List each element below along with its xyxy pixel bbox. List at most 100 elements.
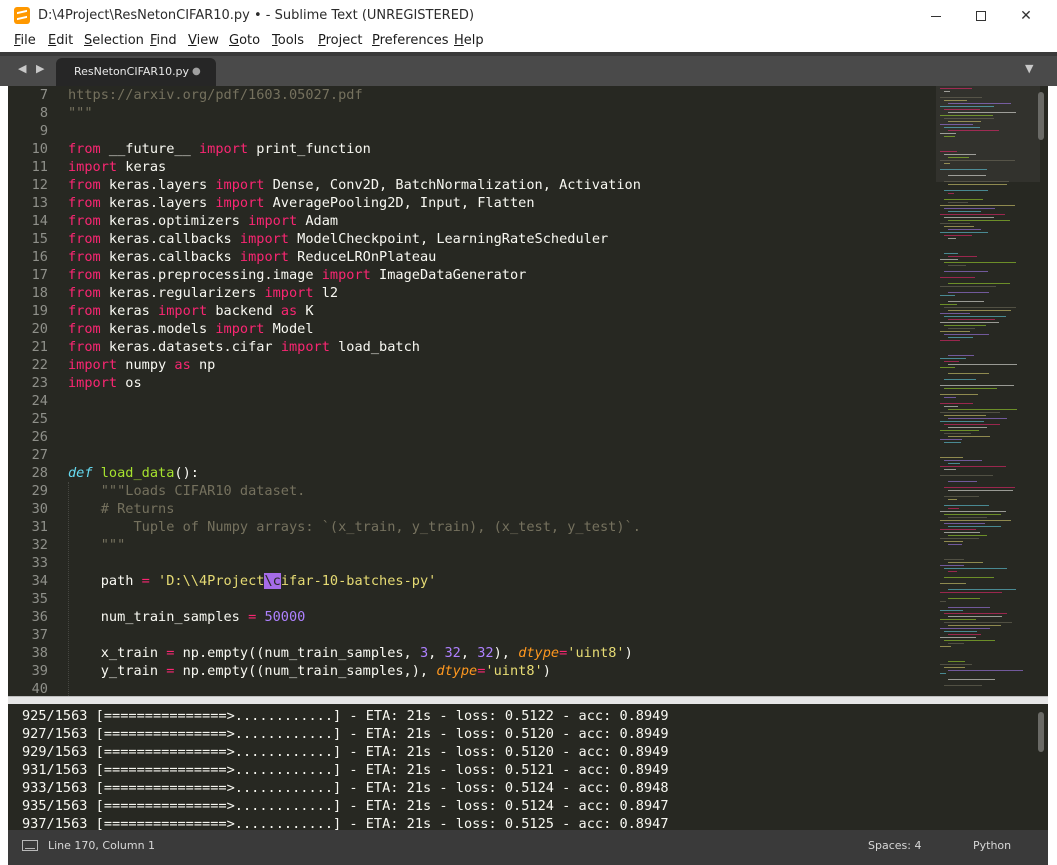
line-number: 18 <box>31 285 48 301</box>
unsaved-dot-icon[interactable]: ● <box>192 66 201 77</box>
output-scrollbar[interactable] <box>1038 712 1044 752</box>
line-text: from keras.optimizers import Adam <box>68 212 338 230</box>
output-line: 935/1563 [===============>............] … <box>22 798 669 814</box>
line-number: 8 <box>39 105 48 121</box>
output-line: 931/1563 [===============>............] … <box>22 762 669 778</box>
menu-edit[interactable]: Edit <box>48 33 73 48</box>
minimap-line <box>948 427 987 428</box>
code-token: from <box>68 267 101 283</box>
minimap-line <box>944 397 956 398</box>
indentation-setting[interactable]: Spaces: 4 <box>868 839 921 852</box>
code-token: keras.datasets.cifar <box>100 339 281 355</box>
minimap-line <box>940 403 974 404</box>
minimap-line <box>940 205 1015 206</box>
minimap-line <box>948 463 960 464</box>
build-output-panel[interactable]: 925/1563 [===============>............] … <box>8 704 1048 830</box>
line-number: 36 <box>31 609 48 625</box>
code-token: """ <box>100 537 126 553</box>
menu-find[interactable]: Find <box>150 33 177 48</box>
minimap-line <box>948 535 987 536</box>
menu-view[interactable]: View <box>188 33 219 48</box>
minimap-line <box>940 232 988 233</box>
minimap-line <box>948 193 954 194</box>
minimap-line <box>940 637 976 638</box>
code-editor[interactable]: 7 https://arxiv.org/pdf/1603.05027.pdf 8 ""… <box>8 86 1048 696</box>
code-token: keras.layers <box>100 177 216 193</box>
minimap-line <box>948 355 975 356</box>
syntax-selector[interactable]: Python <box>973 839 1011 852</box>
tab-dropdown-icon[interactable]: ▼ <box>1025 62 1033 75</box>
code-token: dtype <box>436 663 478 679</box>
line-text: def load_data(): <box>68 464 199 482</box>
minimap-line <box>940 313 970 314</box>
code-token: import <box>158 303 208 319</box>
minimap-line <box>948 598 981 599</box>
minimap-line <box>940 466 1006 467</box>
minimap-line <box>944 334 989 335</box>
minimap-line <box>944 622 1013 623</box>
minimap-line <box>948 112 1017 113</box>
minimap-line <box>944 109 980 110</box>
minimap-line <box>940 583 967 584</box>
code-token: y_train <box>68 663 167 679</box>
menu-preferences[interactable]: Preferences <box>372 33 448 48</box>
minimap-line <box>940 439 963 440</box>
minimap-line <box>944 613 1007 614</box>
maximize-button[interactable] <box>958 0 1004 32</box>
minimap-line <box>944 442 962 443</box>
minimize-button[interactable] <box>913 0 959 32</box>
minimap-line <box>940 394 979 395</box>
minimap-line <box>944 136 956 137</box>
code-token: , <box>460 645 478 661</box>
minimap-line <box>940 124 973 125</box>
minimap-line <box>948 265 967 266</box>
minimap-line <box>940 106 995 107</box>
minimap-line <box>948 364 1017 365</box>
menu-selection[interactable]: Selection <box>84 33 144 48</box>
menu-project[interactable]: Project <box>318 33 363 48</box>
code-token: os <box>117 375 142 391</box>
line-text: from keras.models import Model <box>68 320 314 338</box>
tab-nav-arrows-icon[interactable]: ◀ ▶ <box>18 62 47 75</box>
minimap-line <box>940 214 1006 215</box>
code-token: \c <box>264 573 281 589</box>
panel-toggle-icon[interactable] <box>22 840 38 851</box>
minimap[interactable] <box>936 86 1040 696</box>
panel-divider[interactable] <box>8 696 1048 704</box>
menu-file[interactable]: File <box>14 33 36 48</box>
line-text: import numpy as np <box>68 356 215 374</box>
menu-tools[interactable]: Tools <box>272 33 304 48</box>
minimap-line <box>944 487 1016 488</box>
line-number: 14 <box>31 213 48 229</box>
menu-help[interactable]: Help <box>454 33 484 48</box>
code-token: import <box>215 321 265 337</box>
minimap-line <box>948 481 978 482</box>
minimap-line <box>944 505 990 506</box>
code-token: keras.models <box>100 321 216 337</box>
close-button[interactable]: ✕ <box>1003 0 1049 32</box>
minimap-line <box>948 211 981 212</box>
line-text: # Returns <box>68 500 175 518</box>
tab-resnetoncifar10[interactable]: ResNetonCIFAR10.py ● <box>56 58 216 86</box>
minimap-line <box>940 628 991 629</box>
code-token: import <box>248 213 298 229</box>
minimap-line <box>944 424 1001 425</box>
minimap-line <box>948 292 990 293</box>
code-token: from <box>68 195 101 211</box>
code-token: Tuple of Numpy arrays: `(x_train, y_trai… <box>133 519 641 535</box>
editor-scrollbar[interactable] <box>1038 92 1044 140</box>
code-token: ifar-10-batches-py' <box>280 573 437 589</box>
minimap-line <box>940 88 973 89</box>
minimap-line <box>940 673 947 674</box>
code-token: 32 <box>477 645 494 661</box>
minimap-line <box>948 670 1023 671</box>
menu-goto[interactable]: Goto <box>229 33 260 48</box>
minimap-line <box>948 607 991 608</box>
output-line: 925/1563 [===============>............] … <box>22 708 669 724</box>
code-token: """Loads CIFAR10 dataset. <box>100 483 306 499</box>
minimap-line <box>940 412 1001 413</box>
minimap-line <box>940 619 976 620</box>
line-text: Tuple of Numpy arrays: `(x_train, y_trai… <box>68 518 641 536</box>
minimap-line <box>944 217 994 218</box>
